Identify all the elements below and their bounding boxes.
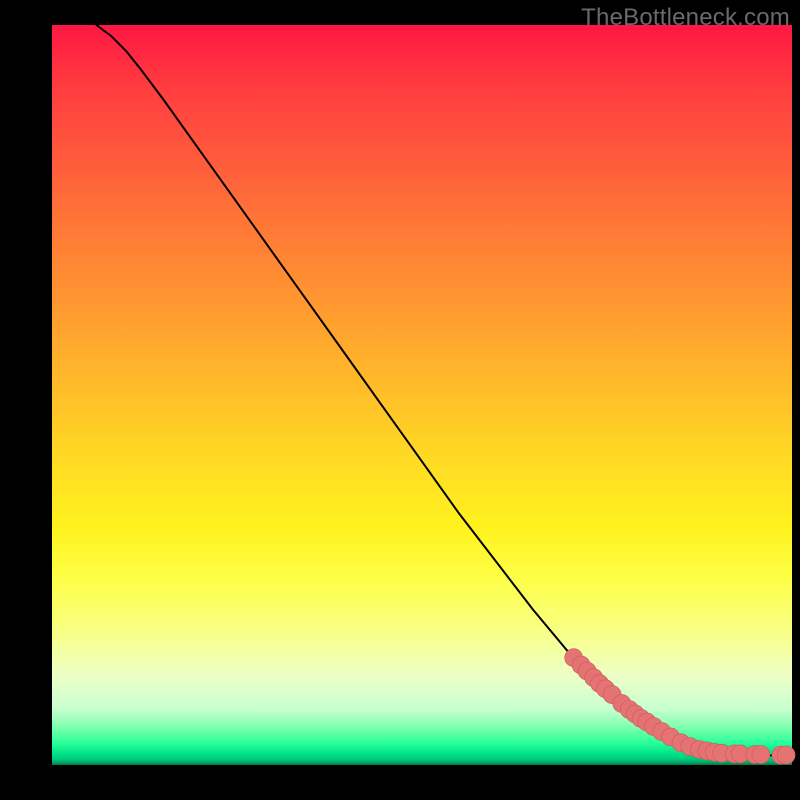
chart-overlay: [52, 25, 792, 765]
plot-area: [52, 25, 792, 765]
bottleneck-curve: [96, 25, 792, 755]
highlight-point: [752, 746, 770, 764]
chart-frame: TheBottleneck.com: [0, 0, 800, 800]
marker-layer: [565, 649, 795, 764]
highlight-point: [777, 746, 795, 764]
curve-layer: [96, 25, 792, 755]
